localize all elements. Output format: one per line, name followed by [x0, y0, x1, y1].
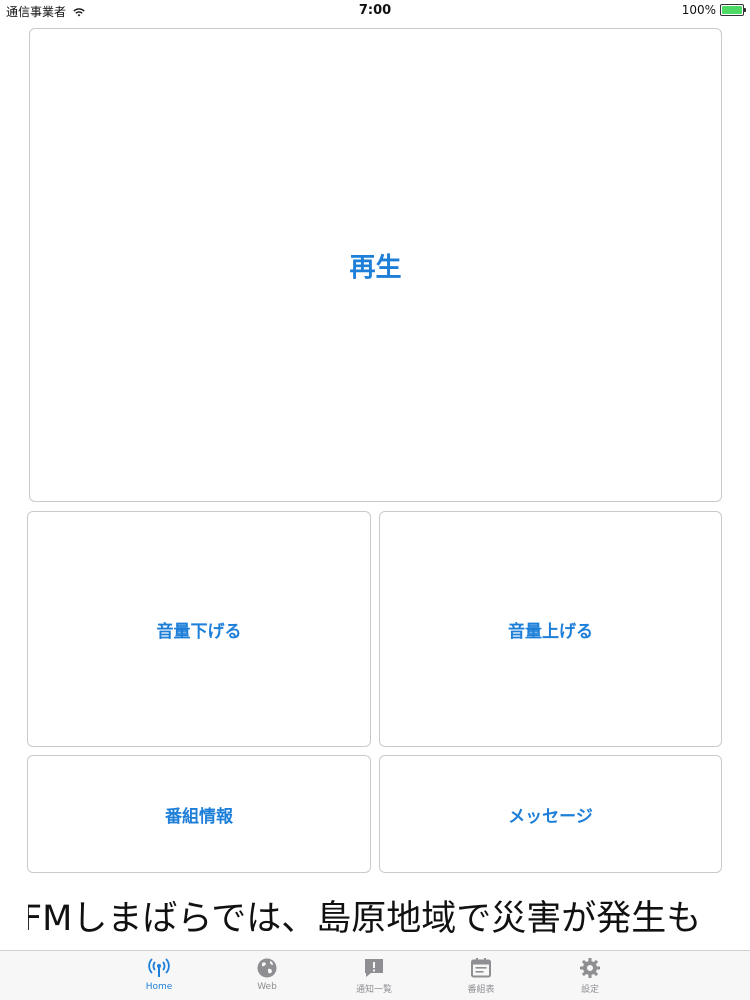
tab-settings-label: 設定: [580, 985, 599, 995]
news-ticker: FMしまばらでは、島原地域で災害が発生も: [0, 884, 750, 944]
status-time: 7:00: [358, 3, 392, 18]
tab-notifications[interactable]: 通知一覧: [334, 957, 414, 997]
program-info-label: 番組情報: [165, 806, 233, 827]
notification-icon: [365, 959, 383, 977]
tab-web-label: Web: [257, 982, 277, 992]
tab-notifications-label: 通知一覧: [355, 985, 392, 995]
radio-signal-icon: [148, 958, 170, 977]
tab-bar: Home Web 通知一覧 番組表 設定: [0, 950, 750, 1000]
tab-home[interactable]: Home: [119, 957, 199, 997]
status-bar: 通信事業者 7:00 100%: [0, 0, 750, 20]
battery-percent: 100%: [681, 3, 716, 17]
ticker-clip: FMしまばらでは、島原地域で災害が発生も: [28, 884, 722, 944]
volume-up-button[interactable]: 音量上げる: [379, 511, 722, 747]
calendar-icon: [471, 958, 491, 978]
battery-fill: [722, 6, 742, 14]
play-button[interactable]: 再生: [29, 28, 722, 502]
play-button-label: 再生: [349, 252, 402, 283]
gear-icon: [580, 958, 600, 978]
tab-settings[interactable]: 設定: [550, 957, 630, 997]
status-right: 100%: [681, 3, 746, 17]
battery-icon: [720, 4, 746, 16]
tab-web[interactable]: Web: [227, 957, 307, 997]
ticker-text: FMしまばらでは、島原地域で災害が発生も: [28, 899, 702, 939]
volume-down-button[interactable]: 音量下げる: [27, 511, 371, 747]
message-button[interactable]: メッセージ: [379, 755, 722, 873]
tab-schedule-label: 番組表: [467, 985, 495, 995]
globe-icon: [257, 958, 277, 978]
tab-home-label: Home: [145, 982, 173, 992]
message-label: メッセージ: [508, 806, 593, 827]
volume-up-label: 音量上げる: [508, 621, 593, 642]
program-info-button[interactable]: 番組情報: [27, 755, 371, 873]
tab-schedule[interactable]: 番組表: [441, 957, 521, 997]
volume-down-label: 音量下げる: [156, 621, 242, 642]
